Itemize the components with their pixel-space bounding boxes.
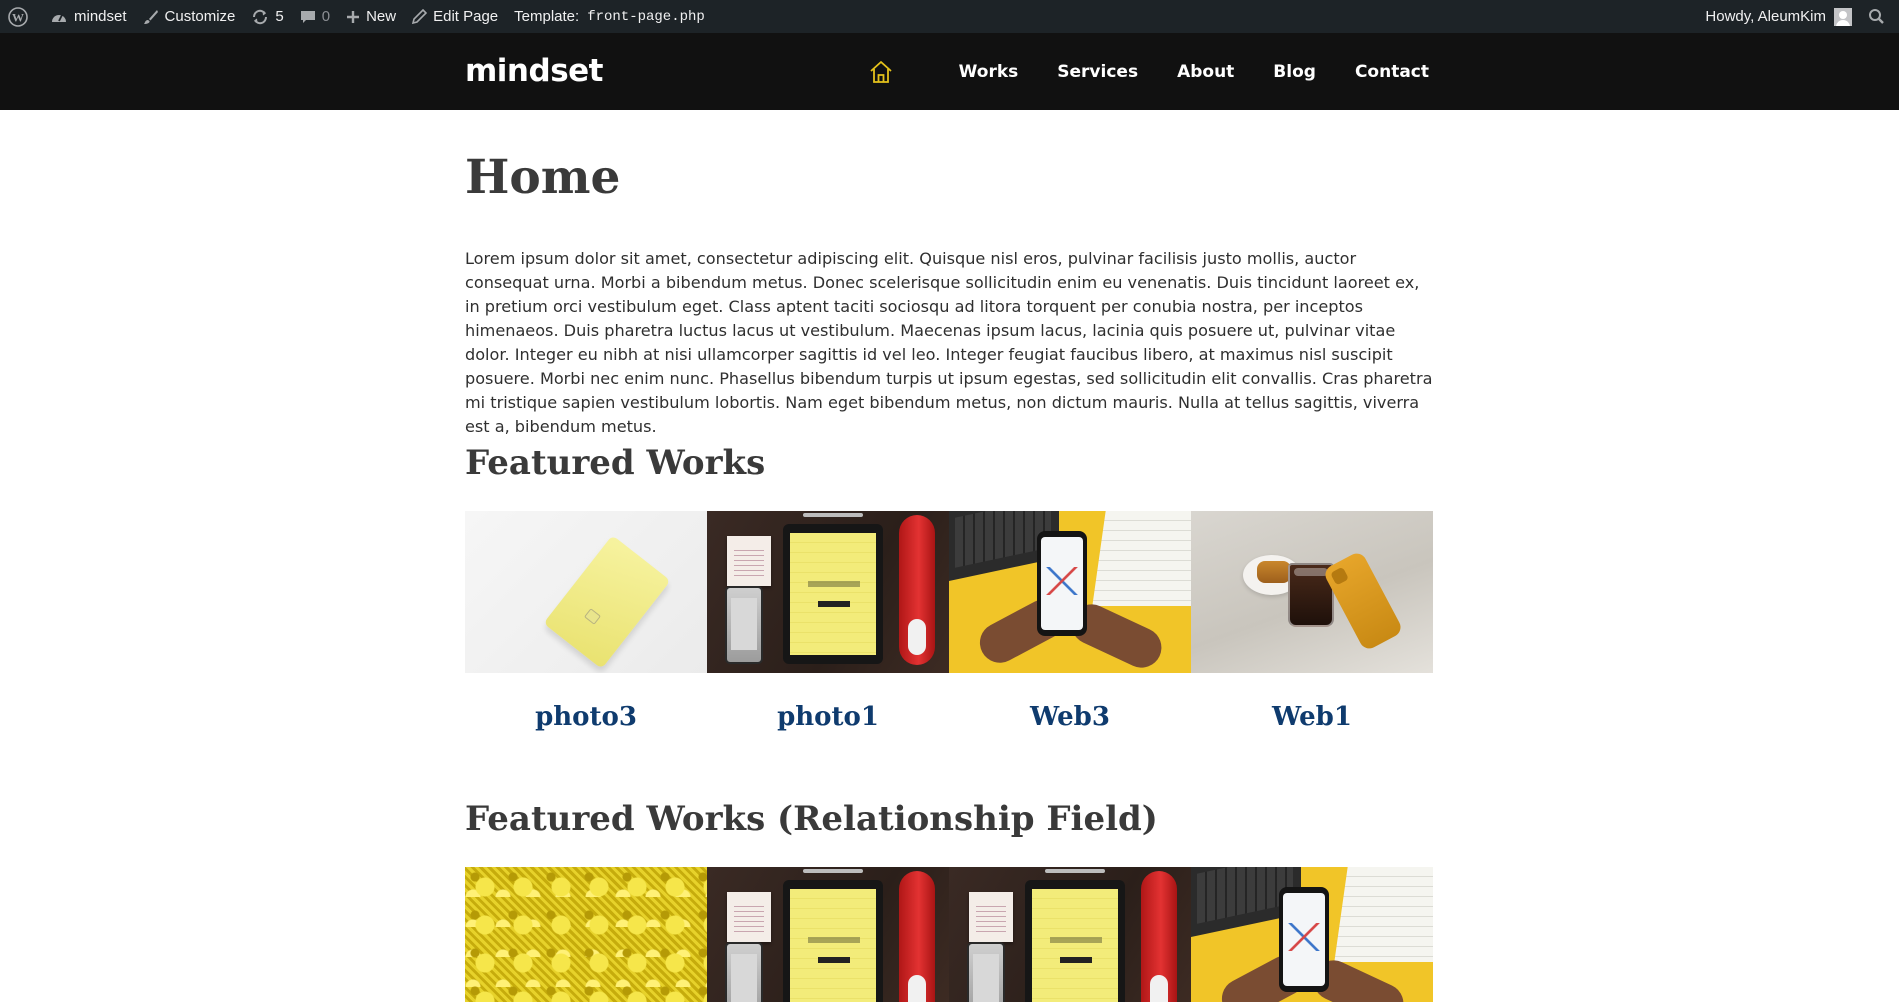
plus-icon	[347, 10, 360, 23]
work-card-photo3[interactable]: photo3	[465, 511, 707, 732]
comments-count: 0	[321, 8, 331, 25]
work-thumbnail-tablet-desk[interactable]	[707, 511, 949, 673]
pencil-icon	[412, 9, 428, 24]
updates-link[interactable]: 5	[243, 0, 291, 33]
note-shape	[727, 536, 771, 586]
stapler-shape	[899, 871, 935, 1002]
comment-bubble-icon	[300, 10, 315, 23]
page-title: Home	[465, 150, 621, 205]
nav-item-contact[interactable]: Contact	[1355, 62, 1429, 82]
pen-shape	[803, 869, 863, 873]
yellow-phone-shape	[1321, 550, 1405, 652]
customize-link[interactable]: Customize	[135, 0, 244, 33]
stapler-shape	[899, 515, 935, 665]
work-thumbnail-tablet-desk[interactable]	[707, 867, 949, 1002]
phone-screen	[1041, 537, 1083, 630]
updates-count: 5	[275, 8, 284, 25]
work-thumbnail-coffee[interactable]	[1191, 511, 1433, 673]
work-title-link[interactable]: photo1	[707, 702, 949, 732]
nav-item-blog[interactable]: Blog	[1273, 62, 1316, 82]
note-shape	[727, 892, 771, 942]
tablet-shape	[1025, 880, 1125, 1002]
admin-bar: W mindset Customize 5 0 New Edit Page Te…	[0, 0, 1899, 33]
relationship-card[interactable]	[949, 867, 1191, 1002]
phone-shape	[967, 942, 1005, 1002]
phone-screen	[1283, 893, 1325, 986]
comments-link[interactable]: 0	[292, 0, 338, 33]
tablet-screen	[790, 533, 876, 655]
stapler-shape	[1141, 871, 1177, 1002]
work-card-web3[interactable]: Web3	[949, 511, 1191, 732]
edit-page-link[interactable]: Edit Page	[404, 0, 506, 33]
pastry-shape	[1257, 561, 1291, 583]
phone-shape	[1279, 887, 1329, 992]
edit-page-label: Edit Page	[433, 8, 499, 25]
featured-works-heading: Featured Works	[465, 443, 766, 483]
notebook-shape	[1092, 511, 1191, 606]
work-card-photo1[interactable]: photo1	[707, 511, 949, 732]
tablet-shape	[783, 880, 883, 1002]
relationship-card[interactable]	[707, 867, 949, 1002]
template-file: front-page.php	[587, 8, 705, 25]
my-account[interactable]: Howdy, AleumKim	[1697, 0, 1860, 33]
work-title-link[interactable]: photo3	[465, 702, 707, 732]
featured-works-relationship-grid	[465, 867, 1433, 1002]
relationship-card[interactable]	[1191, 867, 1433, 1002]
main-navigation: Works Services About Blog Contact	[868, 33, 1429, 110]
notebook-shape	[1334, 867, 1433, 962]
work-thumbnail-tablet-desk[interactable]	[949, 867, 1191, 1002]
work-thumbnail-flowers[interactable]	[465, 867, 707, 1002]
note-shape	[969, 892, 1013, 942]
wordpress-logo-icon[interactable]: W	[0, 0, 42, 33]
flowers-pattern	[465, 867, 707, 1002]
nav-item-works[interactable]: Works	[959, 62, 1019, 82]
work-card-web1[interactable]: Web1	[1191, 511, 1433, 732]
featured-works-relationship-heading: Featured Works (Relationship Field)	[465, 799, 1158, 839]
nav-item-about[interactable]: About	[1177, 62, 1234, 82]
update-arrows-icon	[253, 9, 268, 24]
work-thumbnail-phone-hands[interactable]	[949, 511, 1191, 673]
template-label: Template:	[514, 8, 580, 25]
nav-home-link[interactable]	[868, 59, 894, 85]
dashboard-gauge-icon	[52, 14, 66, 22]
intro-paragraph: Lorem ipsum dolor sit amet, consectetur …	[465, 249, 1433, 436]
tablet-screen	[1032, 889, 1118, 1002]
avatar	[1834, 7, 1852, 26]
work-thumbnail-credit-card[interactable]	[465, 511, 707, 673]
new-label: New	[366, 8, 397, 25]
admin-search[interactable]	[1860, 0, 1899, 33]
credit-card-shape	[543, 535, 671, 669]
template-info[interactable]: Template: front-page.php	[506, 0, 713, 33]
tablet-screen	[790, 889, 876, 1002]
search-icon	[1869, 9, 1884, 24]
pen-shape	[1045, 869, 1105, 873]
tablet-shape	[783, 524, 883, 664]
svg-text:W: W	[12, 10, 24, 24]
phone-shape	[1037, 531, 1087, 636]
new-content-link[interactable]: New	[338, 0, 404, 33]
phone-shape	[725, 586, 763, 664]
work-title-link[interactable]: Web3	[949, 702, 1191, 732]
admin-site-name[interactable]: mindset	[42, 0, 135, 33]
site-title[interactable]: mindset	[465, 53, 603, 89]
work-title-link[interactable]: Web1	[1191, 702, 1433, 732]
pen-shape	[803, 513, 863, 517]
site-header: mindset Works Services About Blog Contac…	[0, 33, 1899, 110]
greeting-text: Howdy, AleumKim	[1705, 8, 1826, 25]
work-thumbnail-phone-hands[interactable]	[1191, 867, 1433, 1002]
admin-site-name-label: mindset	[74, 8, 127, 25]
home-icon	[870, 60, 892, 83]
customize-label: Customize	[164, 8, 236, 25]
paintbrush-icon	[143, 9, 158, 24]
relationship-card[interactable]	[465, 867, 707, 1002]
phone-shape	[725, 942, 763, 1002]
nav-item-services[interactable]: Services	[1057, 62, 1138, 82]
featured-works-grid: photo3 photo1 Web3 Web1	[465, 511, 1433, 732]
